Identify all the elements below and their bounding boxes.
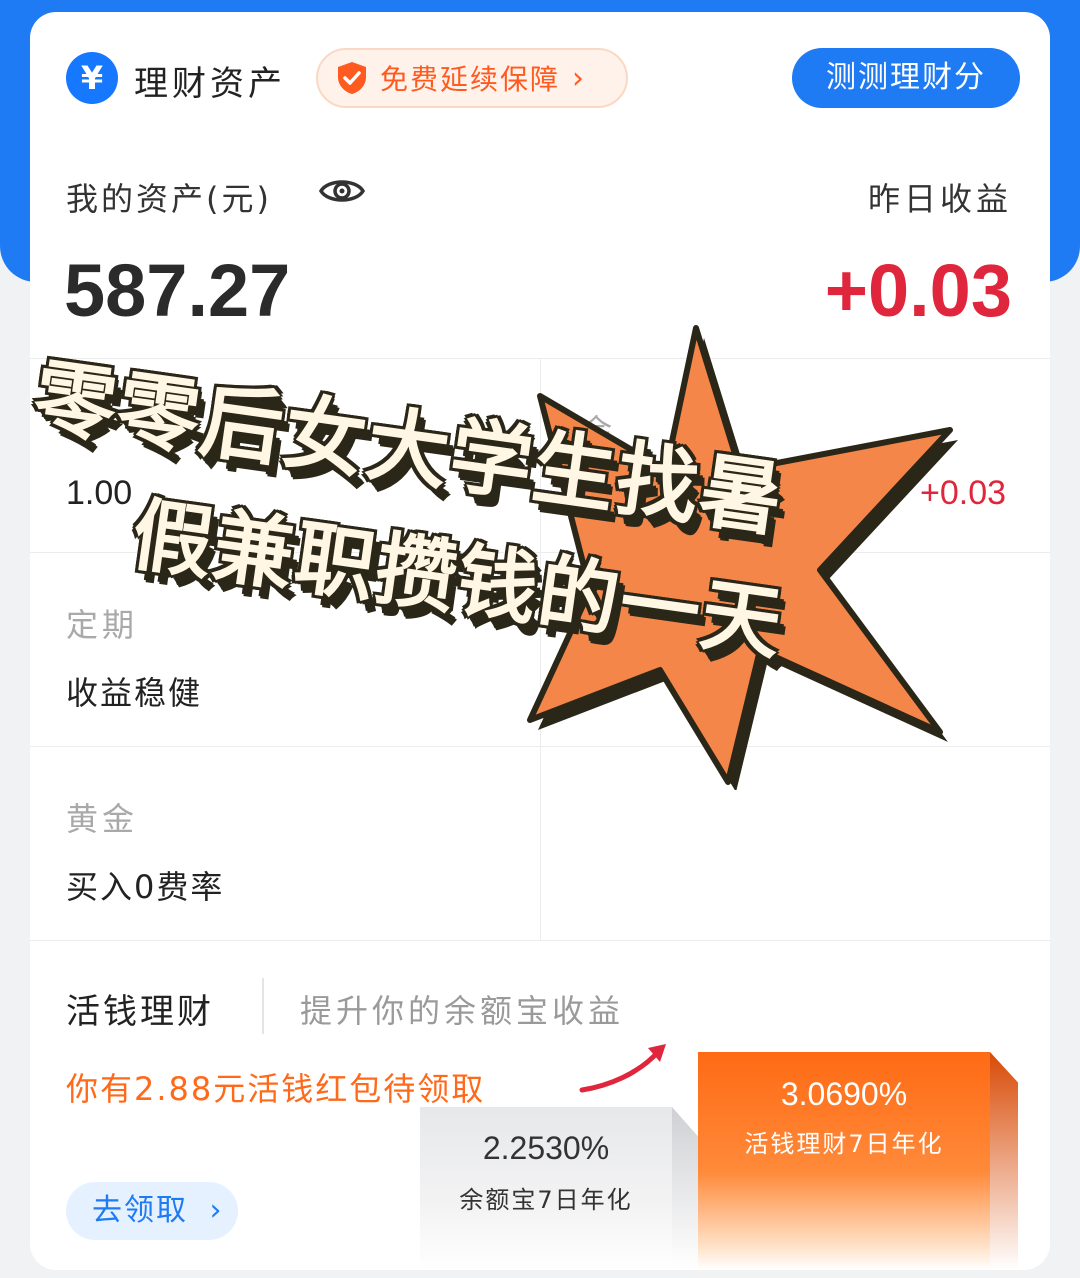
yuebao-rate: 2.2530% <box>482 1130 610 1166</box>
total-assets-value: 587.27 <box>64 249 291 332</box>
divider <box>30 940 1050 941</box>
yen-icon: ¥ <box>66 52 118 104</box>
page-title: 理财资产 <box>134 64 286 104</box>
gold-label[interactable]: 黄金 <box>66 794 138 840</box>
wealth-score-button[interactable]: 测测理财分 <box>792 48 1020 108</box>
shield-icon <box>338 62 366 94</box>
promo-label: 免费延续保障 <box>380 63 561 96</box>
flexible-rate-caption: 活钱理财7日年化 <box>744 1130 944 1158</box>
flexible-rate: 3.0690% <box>780 1076 908 1112</box>
holding-value: 1.00 <box>66 474 133 512</box>
flexible-wealth-subtitle: 提升你的余额宝收益 <box>300 992 625 1030</box>
assets-label: 我的资产(元) <box>66 180 272 218</box>
fixed-term-desc[interactable]: 收益稳健 <box>66 668 202 714</box>
divider <box>262 978 264 1034</box>
claim-button-label: 去领取 <box>92 1193 188 1228</box>
claim-button[interactable]: 去领取 › <box>66 1182 238 1240</box>
flexible-wealth-title: 活钱理财 <box>66 992 214 1032</box>
promo-badge[interactable]: 免费延续保障 › <box>316 48 628 108</box>
gold-desc[interactable]: 买入0费率 <box>66 862 224 908</box>
eye-icon[interactable] <box>318 172 366 210</box>
bar-shade <box>990 1052 1018 1270</box>
bar-shade <box>672 1107 698 1270</box>
red-packet-text: 你有2.88元活钱红包待领取 <box>66 1070 486 1108</box>
fixed-term-label[interactable]: 定期 <box>66 600 138 646</box>
yuebao-rate-caption: 余额宝7日年化 <box>459 1186 633 1214</box>
arrow-up-icon <box>579 1044 666 1093</box>
chevron-right-icon: › <box>572 60 585 96</box>
chevron-right-icon: › <box>209 1193 224 1228</box>
yesterday-earnings-label: 昨日收益 <box>867 180 1012 218</box>
